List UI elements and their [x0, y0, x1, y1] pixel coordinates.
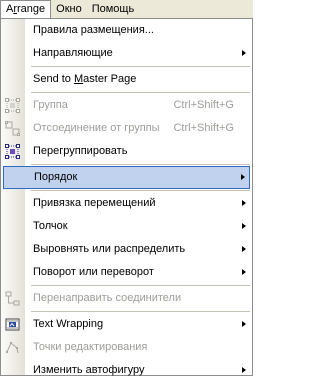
menu-item-label: Точки редактирования: [33, 341, 148, 353]
menu-item-label: Толчок: [33, 220, 68, 232]
menubar-arrange[interactable]: Arrange: [0, 0, 52, 18]
menu-item-group[interactable]: Группа Ctrl+Shift+G: [1, 94, 252, 117]
submenu-arrow-icon: [242, 246, 246, 252]
menu-item-send-to-master-page[interactable]: Send to Master Page: [1, 68, 252, 91]
regroup-icon: [5, 144, 20, 159]
menubar-arrange-label-post: range: [17, 3, 46, 15]
menu-item-snap[interactable]: Привязка перемещений: [1, 192, 252, 215]
ungroup-icon: [5, 121, 20, 136]
menu-item-label: Перегруппировать: [33, 145, 128, 157]
menu-item-shortcut: Ctrl+Shift+G: [173, 99, 234, 111]
menu-item-regroup[interactable]: Перегруппировать: [1, 140, 252, 163]
menu-item-label: Порядок: [34, 171, 78, 183]
submenu-arrow-icon: [241, 174, 245, 180]
menu-item-label-accel: M: [73, 73, 84, 85]
menu-item-rotate-flip[interactable]: Поворот или переворот: [1, 261, 252, 284]
menu-item-label: Поворот или переворот: [33, 266, 154, 278]
menu-item-label: Привязка перемещений: [33, 197, 156, 209]
reroute-connectors-icon: [5, 291, 20, 306]
menubar-window[interactable]: Окно: [51, 0, 87, 18]
submenu-arrow-icon: [242, 321, 246, 327]
menu-item-guides[interactable]: Направляющие: [1, 42, 252, 65]
group-icon: [5, 98, 20, 113]
menu-items: Правила размещения... Направляющие Send …: [1, 19, 252, 382]
menu-item-order[interactable]: Порядок: [3, 166, 250, 189]
submenu-arrow-icon: [242, 200, 246, 206]
menu-item-change-autoshape[interactable]: Изменить автофигуру: [1, 359, 252, 382]
menu-item-align-distribute[interactable]: Выровнять или распределить: [1, 238, 252, 261]
menu-item-label: Правила размещения...: [33, 24, 154, 36]
menu-item-ungroup[interactable]: Отсоединение от группы Ctrl+Shift+G: [1, 117, 252, 140]
menu-item-label: Выровнять или распределить: [33, 243, 186, 255]
menu-item-label: Text Wrapping: [33, 318, 104, 330]
menu-item-nudge[interactable]: Толчок: [1, 215, 252, 238]
edit-points-icon: [6, 342, 19, 354]
menu-item-reroute-connectors[interactable]: Перенаправить соединители: [1, 287, 252, 310]
menu-item-text-wrapping[interactable]: Text Wrapping: [1, 313, 252, 336]
submenu-arrow-icon: [242, 367, 246, 373]
menu-item-label: Направляющие: [33, 47, 113, 59]
menu-item-edit-points[interactable]: Точки редактирования: [1, 336, 252, 359]
menu-bar: Arrange Окно Помощь: [0, 0, 253, 19]
text-wrapping-icon: [5, 318, 20, 331]
arrange-dropdown-menu: Правила размещения... Направляющие Send …: [0, 18, 253, 376]
menu-item-label: Перенаправить соединители: [33, 292, 182, 304]
submenu-arrow-icon: [242, 223, 246, 229]
menu-item-label-post: aster Page: [83, 73, 137, 85]
menu-item-shortcut: Ctrl+Shift+G: [173, 122, 234, 134]
submenu-arrow-icon: [242, 269, 246, 275]
menubar-help[interactable]: Помощь: [87, 0, 140, 18]
menu-item-label: Изменить автофигуру: [33, 364, 145, 376]
menu-item-label: Отсоединение от группы: [33, 122, 160, 134]
menu-item-label: Группа: [33, 99, 68, 111]
menu-item-label-pre: Send to: [33, 73, 74, 85]
submenu-arrow-icon: [242, 50, 246, 56]
menu-item-layout-guides[interactable]: Правила размещения...: [1, 19, 252, 42]
